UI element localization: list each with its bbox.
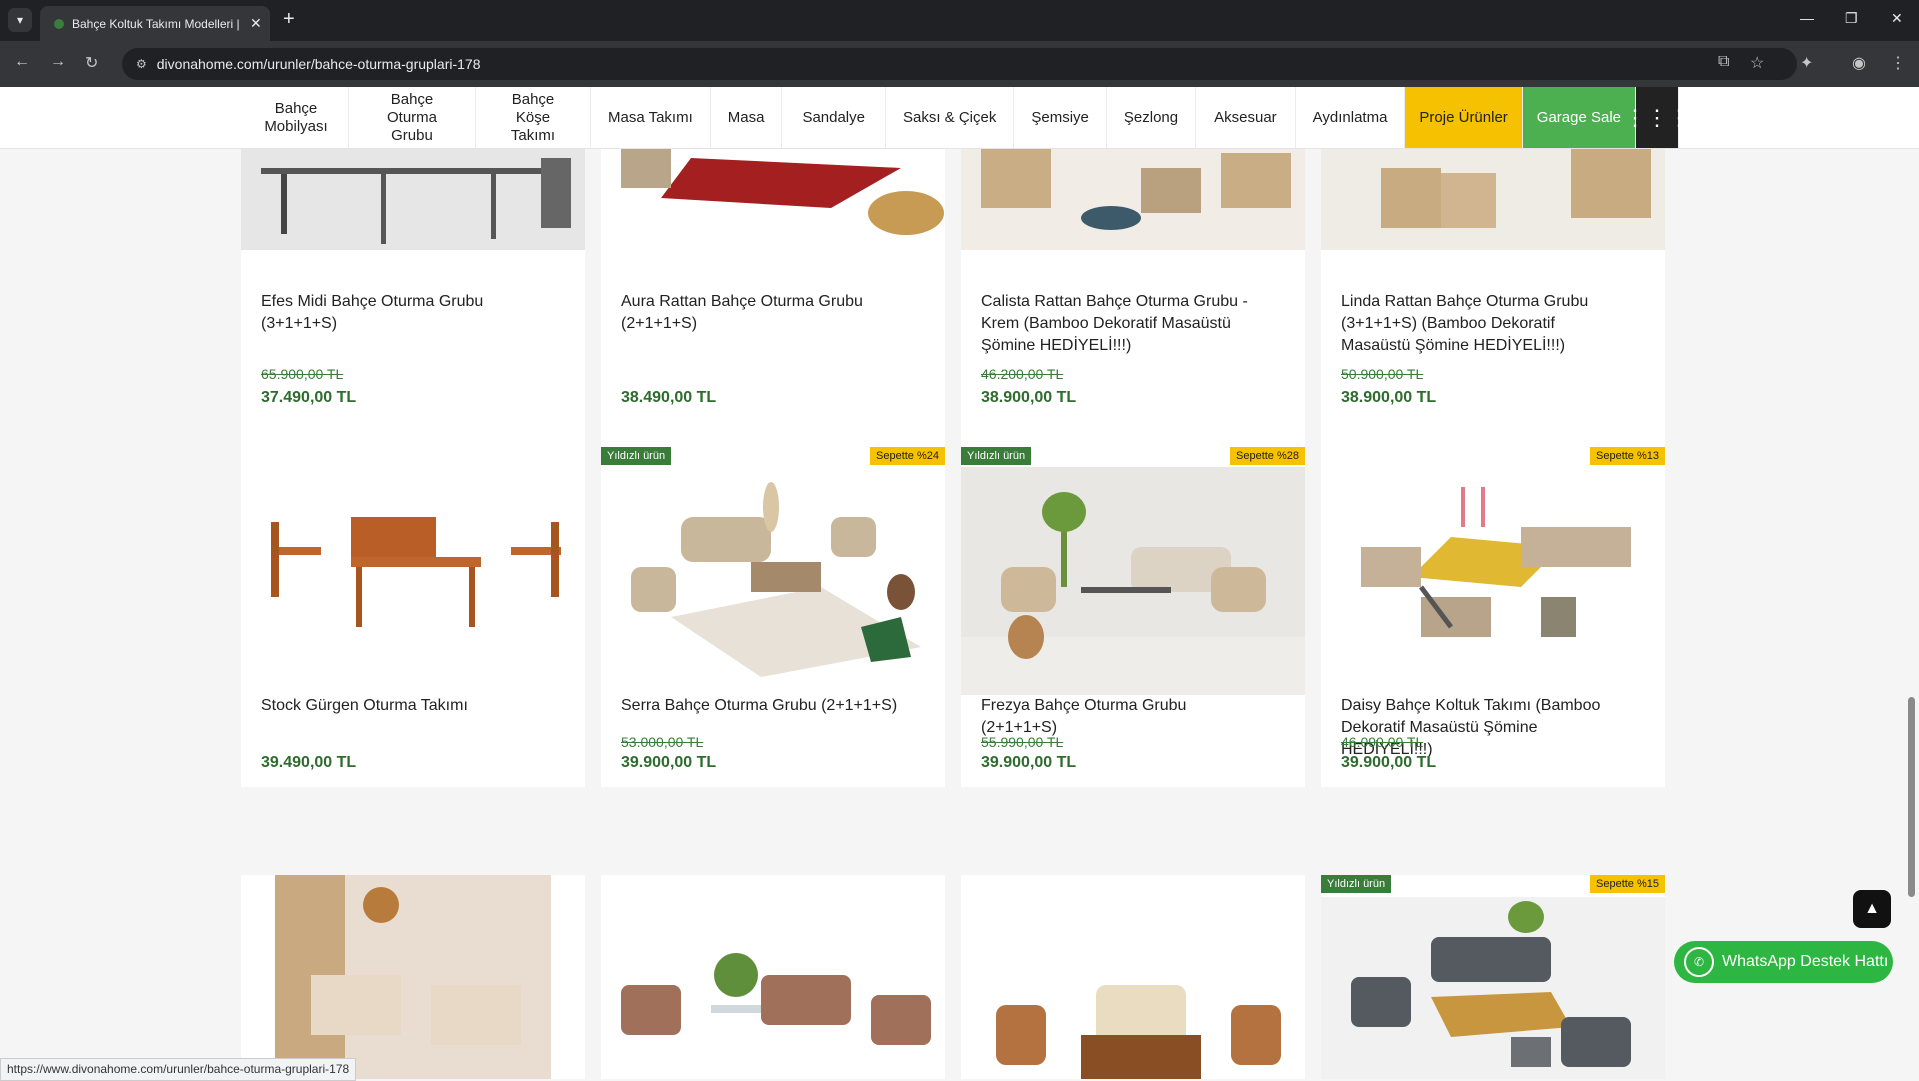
product-image[interactable] xyxy=(601,875,945,1079)
favicon-icon xyxy=(54,18,64,29)
product-image[interactable] xyxy=(241,148,585,250)
profile-icon[interactable]: ◉ xyxy=(1852,53,1866,73)
whatsapp-support-button[interactable]: ✆ WhatsApp Destek Hattı xyxy=(1674,941,1893,983)
site-info-icon[interactable]: ⚙ xyxy=(136,57,147,71)
tab-search-icon[interactable]: ▾ xyxy=(8,8,32,32)
product-old-price: 46.200,00 TL xyxy=(981,366,1064,382)
discount-badge: Sepette %15 xyxy=(1590,875,1665,893)
grid-menu-icon[interactable]: ⋮⋮⋮ xyxy=(1624,87,1690,148)
bookmark-star-icon[interactable]: ☆ xyxy=(1750,53,1764,73)
nav-bahce-mobilyasi[interactable]: Bahçe Mobilyası xyxy=(244,87,349,148)
browser-tab-bar: ▾ Bahçe Koltuk Takımı Modelleri | ✕ + — … xyxy=(0,0,1919,41)
product-card[interactable]: Yıldızlı ürün Sepette %24 Serra Bahçe Ot… xyxy=(601,447,945,787)
category-nav: Bahçe Mobilyası Bahçe Oturma Grubu Bahçe… xyxy=(0,87,1919,149)
product-card[interactable]: Yıldızlı ürün Sepette %15 xyxy=(1321,875,1665,1079)
nav-aksesuar[interactable]: Aksesuar xyxy=(1196,87,1296,148)
new-tab-icon[interactable]: + xyxy=(283,8,295,31)
product-price: 38.900,00 TL xyxy=(981,389,1077,406)
forward-icon[interactable]: → xyxy=(50,53,66,71)
product-card[interactable] xyxy=(601,875,945,1079)
url-text: divonahome.com/urunler/bahce-oturma-grup… xyxy=(156,56,481,72)
product-name[interactable]: Serra Bahçe Oturma Grubu (2+1+1+S) xyxy=(621,695,905,717)
featured-badge: Yıldızlı ürün xyxy=(1321,875,1392,893)
product-name[interactable]: Stock Gürgen Oturma Takımı xyxy=(261,695,545,717)
product-old-price: 46.090,00 TL xyxy=(1341,734,1424,750)
extensions-icon[interactable]: ✦ xyxy=(1800,53,1813,73)
tab-title: Bahçe Koltuk Takımı Modelleri | xyxy=(72,16,240,31)
nav-bahce-kose-takimi[interactable]: Bahçe Köşe Takımı xyxy=(476,87,591,148)
scroll-to-top-button[interactable]: ▲ xyxy=(1853,890,1891,928)
product-price: 39.900,00 TL xyxy=(621,754,717,771)
product-price: 38.900,00 TL xyxy=(1341,389,1437,406)
nav-masa[interactable]: Masa xyxy=(711,87,783,148)
discount-badge: Sepette %28 xyxy=(1230,447,1305,465)
product-price: 39.900,00 TL xyxy=(981,754,1077,771)
scrollbar-thumb[interactable] xyxy=(1908,697,1915,897)
product-image[interactable] xyxy=(1321,897,1665,1079)
featured-badge: Yıldızlı ürün xyxy=(601,447,672,465)
product-image[interactable] xyxy=(961,875,1305,1079)
product-price: 37.490,00 TL xyxy=(261,389,357,406)
discount-badge: Sepette %24 xyxy=(870,447,945,465)
nav-bahce-oturma-grubu[interactable]: Bahçe Oturma Grubu xyxy=(349,87,476,148)
product-image[interactable] xyxy=(1321,467,1665,695)
close-tab-icon[interactable]: ✕ xyxy=(250,15,262,32)
close-window-icon[interactable]: ✕ xyxy=(1891,10,1903,27)
whatsapp-icon: ✆ xyxy=(1684,947,1714,977)
back-icon[interactable]: ← xyxy=(14,53,30,71)
product-card[interactable]: Sepette %13 Daisy Bahçe Koltuk Takımı (B… xyxy=(1321,447,1665,787)
product-image[interactable] xyxy=(961,148,1305,250)
product-old-price: 50.900,00 TL xyxy=(1341,366,1424,382)
product-old-price: 53.000,00 TL xyxy=(621,734,704,750)
product-name[interactable]: Efes Midi Bahçe Oturma Grubu (3+1+1+S) xyxy=(261,291,545,335)
product-image[interactable] xyxy=(601,148,945,250)
product-image[interactable] xyxy=(1321,148,1665,250)
address-bar: ← → ↻ ⚙ divonahome.com/urunler/bahce-otu… xyxy=(0,41,1919,87)
whatsapp-label: WhatsApp Destek Hattı xyxy=(1722,953,1889,970)
nav-semsiye[interactable]: Şemsiye xyxy=(1014,87,1107,148)
product-image[interactable] xyxy=(601,467,945,695)
product-name[interactable]: Linda Rattan Bahçe Oturma Grubu (3+1+1+S… xyxy=(1341,291,1625,357)
product-old-price: 55.990,00 TL xyxy=(981,734,1064,750)
nav-garage-sale[interactable]: Garage Sale xyxy=(1522,87,1637,148)
product-name[interactable]: Calista Rattan Bahçe Oturma Grubu - Krem… xyxy=(981,291,1265,357)
nav-sandalye[interactable]: Sandalye xyxy=(782,87,886,148)
nav-aydinlatma[interactable]: Aydınlatma xyxy=(1296,87,1406,148)
url-input[interactable]: ⚙ divonahome.com/urunler/bahce-oturma-gr… xyxy=(122,48,1797,80)
product-price: 38.490,00 TL xyxy=(621,389,717,406)
menu-icon[interactable]: ⋮ xyxy=(1890,53,1906,73)
product-name[interactable]: Daisy Bahçe Koltuk Takımı (Bamboo Dekora… xyxy=(1341,695,1625,761)
page-scrollbar[interactable] xyxy=(1904,87,1919,1079)
nav-sezlong[interactable]: Şezlong xyxy=(1107,87,1197,148)
product-price: 39.490,00 TL xyxy=(261,754,357,771)
nav-saksi-cicek[interactable]: Saksı & Çiçek xyxy=(886,87,1015,148)
product-name[interactable]: Aura Rattan Bahçe Oturma Grubu (2+1+1+S) xyxy=(621,291,905,335)
product-image[interactable] xyxy=(241,875,585,1079)
browser-tab[interactable]: Bahçe Koltuk Takımı Modelleri | ✕ xyxy=(40,6,270,41)
chevron-up-icon: ▲ xyxy=(1864,900,1880,917)
product-card[interactable] xyxy=(241,875,585,1079)
product-name[interactable]: Frezya Bahçe Oturma Grubu (2+1+1+S) xyxy=(981,695,1265,739)
product-old-price: 65.900,00 TL xyxy=(261,366,344,382)
minimize-icon[interactable]: — xyxy=(1800,10,1814,26)
product-card[interactable]: Yıldızlı ürün Sepette %28 Frezya Bahçe O… xyxy=(961,447,1305,787)
web-page: Bahçe Mobilyası Bahçe Oturma Grubu Bahçe… xyxy=(0,87,1919,1079)
install-app-icon[interactable]: ⧉ xyxy=(1718,53,1729,71)
featured-badge: Yıldızlı ürün xyxy=(961,447,1032,465)
product-image[interactable] xyxy=(961,467,1305,695)
discount-badge: Sepette %13 xyxy=(1590,447,1665,465)
product-price: 39.900,00 TL xyxy=(1341,754,1437,771)
nav-proje-urunler[interactable]: Proje Ürünler xyxy=(1405,87,1523,148)
status-bar-url: https://www.divonahome.com/urunler/bahce… xyxy=(0,1058,357,1081)
nav-masa-takimi[interactable]: Masa Takımı xyxy=(591,87,711,148)
restore-icon[interactable]: ❐ xyxy=(1845,10,1858,27)
product-image[interactable] xyxy=(241,467,585,695)
product-card[interactable] xyxy=(961,875,1305,1079)
product-card[interactable]: Stock Gürgen Oturma Takımı 39.490,00 TL xyxy=(241,447,585,787)
reload-icon[interactable]: ↻ xyxy=(85,53,98,73)
